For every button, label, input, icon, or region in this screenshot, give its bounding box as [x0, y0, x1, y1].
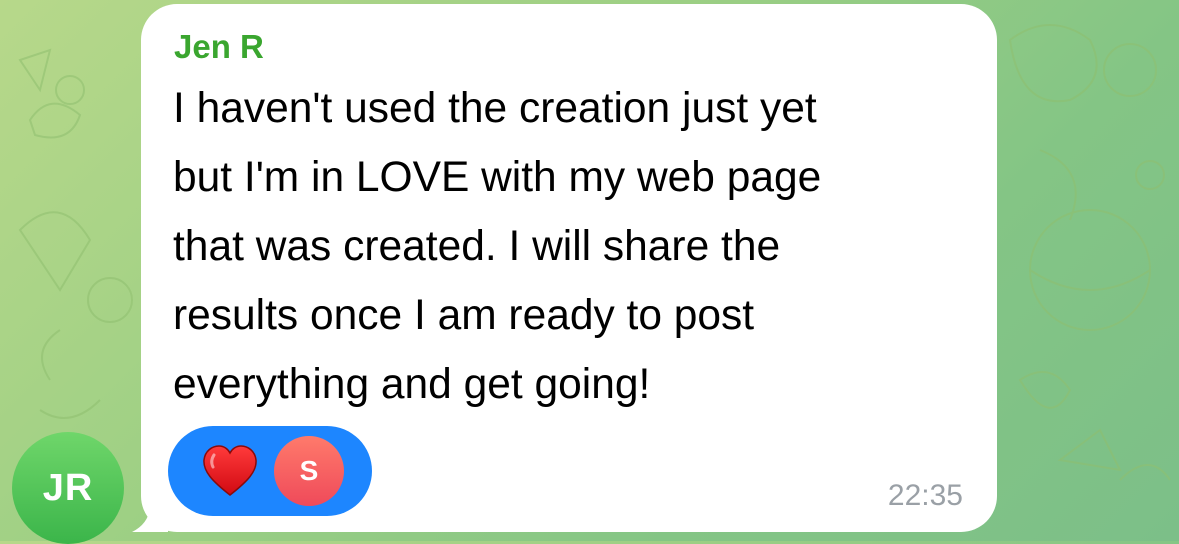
reaction-button[interactable]: S [168, 426, 372, 516]
message-text: I haven't used the creation just yet but… [173, 85, 822, 408]
avatar-initials: JR [42, 466, 94, 509]
heart-icon [203, 445, 257, 496]
sender-name[interactable]: Jen R [174, 28, 264, 66]
message-bubble[interactable]: Jen R I haven't used the creation just y… [141, 4, 997, 532]
message-timestamp: 22:35 [887, 479, 963, 512]
reactor-avatar: S [274, 436, 344, 506]
sender-avatar[interactable]: JR [12, 432, 124, 544]
reactor-initial: S [299, 455, 319, 486]
